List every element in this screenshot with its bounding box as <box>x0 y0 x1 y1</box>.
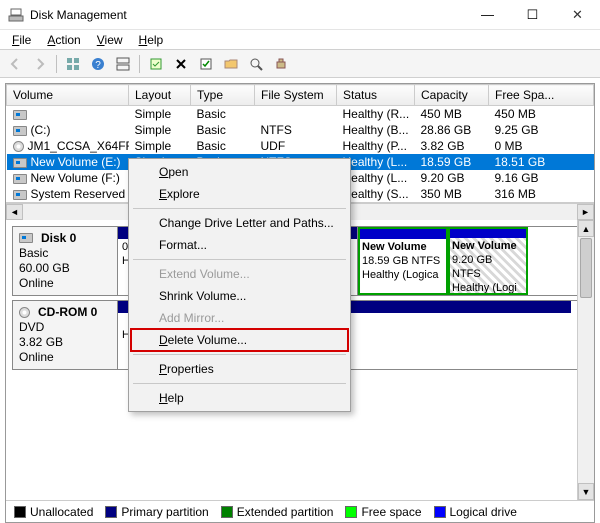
table-row[interactable]: SimpleBasicHealthy (R...450 MB450 MB <box>7 106 594 123</box>
legend-primary: Primary partition <box>105 505 208 519</box>
delete-tool-button[interactable] <box>170 53 192 75</box>
help-button[interactable]: ? <box>87 53 109 75</box>
legend: Unallocated Primary partition Extended p… <box>6 500 594 522</box>
partition-title: New Volume <box>452 240 524 254</box>
ctx-help[interactable]: Help <box>131 387 348 409</box>
ctx-shrink[interactable]: Shrink Volume... <box>131 285 348 307</box>
app-icon <box>8 7 24 23</box>
toolbar: ? <box>0 50 600 78</box>
drive-icon <box>13 126 27 136</box>
disk-status: Online <box>19 350 111 364</box>
scroll-left-icon[interactable]: ◄ <box>6 204 23 220</box>
context-menu: Open Explore Change Drive Letter and Pat… <box>128 158 351 412</box>
legend-free: Free space <box>345 505 421 519</box>
ctx-sep <box>133 354 346 355</box>
cd-icon <box>13 141 24 152</box>
partition-f[interactable]: New Volume 9.20 GB NTFS Healthy (Logi <box>448 227 528 295</box>
drive-icon <box>13 110 27 120</box>
menu-view[interactable]: View <box>89 31 131 49</box>
col-capacity[interactable]: Capacity <box>415 85 489 106</box>
properties-tool-button[interactable] <box>195 53 217 75</box>
maximize-button[interactable]: ☐ <box>510 0 555 29</box>
disk-type: DVD <box>19 320 111 334</box>
window-buttons: — ☐ ✕ <box>465 0 600 29</box>
col-type[interactable]: Type <box>191 85 255 106</box>
drive-icon <box>13 158 27 168</box>
disk-header[interactable]: CD-ROM 0 DVD 3.82 GB Online <box>13 301 118 369</box>
svg-text:?: ? <box>95 60 101 71</box>
minimize-button[interactable]: — <box>465 0 510 29</box>
col-layout[interactable]: Layout <box>129 85 191 106</box>
disk-size: 60.00 GB <box>19 261 111 275</box>
ctx-open[interactable]: Open <box>131 161 348 183</box>
partition-size: 9.20 GB NTFS <box>452 254 524 282</box>
toolbar-sep <box>56 55 57 73</box>
disk-icon <box>19 233 33 243</box>
scrollbar-thumb[interactable] <box>580 238 592 298</box>
scroll-down-icon[interactable]: ▼ <box>578 483 594 500</box>
column-headers[interactable]: Volume Layout Type File System Status Ca… <box>7 85 594 106</box>
menu-bar: File Action View Help <box>0 30 600 50</box>
ctx-format[interactable]: Format... <box>131 234 348 256</box>
ctx-extend: Extend Volume... <box>131 263 348 285</box>
search-button[interactable] <box>245 53 267 75</box>
partition-status: Healthy (Logica <box>362 269 443 283</box>
partition-status: Healthy (Logi <box>452 282 524 295</box>
partition-stripe <box>358 227 447 239</box>
disk-status: Online <box>19 276 111 290</box>
disk-type: Basic <box>19 246 111 260</box>
vertical-scrollbar[interactable]: ▲ ▼ <box>577 220 594 500</box>
legend-logical: Logical drive <box>434 505 517 519</box>
back-button[interactable] <box>4 53 26 75</box>
scroll-up-icon[interactable]: ▲ <box>578 220 594 237</box>
panes-button[interactable] <box>112 53 134 75</box>
col-volume[interactable]: Volume <box>7 85 129 106</box>
ctx-properties[interactable]: Properties <box>131 358 348 380</box>
settings-tool-button[interactable] <box>270 53 292 75</box>
refresh-button[interactable] <box>145 53 167 75</box>
col-status[interactable]: Status <box>337 85 415 106</box>
ctx-sep <box>133 259 346 260</box>
window-title: Disk Management <box>30 8 465 22</box>
ctx-add-mirror: Add Mirror... <box>131 307 348 329</box>
cd-icon <box>19 307 30 318</box>
disk-header[interactable]: Disk 0 Basic 60.00 GB Online <box>13 227 118 295</box>
drive-icon <box>13 190 27 200</box>
menu-help[interactable]: Help <box>131 31 172 49</box>
partition-e[interactable]: New Volume 18.59 GB NTFS Healthy (Logica <box>358 227 448 295</box>
ctx-sep <box>133 208 346 209</box>
folder-button[interactable] <box>220 53 242 75</box>
ctx-change-letter[interactable]: Change Drive Letter and Paths... <box>131 212 348 234</box>
legend-extended: Extended partition <box>221 505 334 519</box>
table-row[interactable]: (C:) SimpleBasicNTFSHealthy (B...28.86 G… <box>7 122 594 138</box>
col-free[interactable]: Free Spa... <box>489 85 594 106</box>
partition-title: New Volume <box>362 241 443 255</box>
col-fs[interactable]: File System <box>255 85 337 106</box>
close-button[interactable]: ✕ <box>555 0 600 29</box>
scroll-right-icon[interactable]: ► <box>577 204 594 220</box>
ctx-delete-volume[interactable]: Delete Volume... <box>131 329 348 351</box>
disk-size: 3.82 GB <box>19 335 111 349</box>
partition-size: 18.59 GB NTFS <box>362 255 443 269</box>
disk-name: CD-ROM 0 <box>38 305 97 319</box>
drive-icon <box>13 174 27 184</box>
legend-unallocated: Unallocated <box>14 505 93 519</box>
ctx-sep <box>133 383 346 384</box>
menu-file[interactable]: File <box>4 31 39 49</box>
partition-stripe <box>448 227 528 238</box>
title-bar: Disk Management — ☐ ✕ <box>0 0 600 30</box>
disk-name: Disk 0 <box>41 231 76 245</box>
toolbar-sep <box>139 55 140 73</box>
forward-button[interactable] <box>29 53 51 75</box>
table-row[interactable]: JM1_CCSA_X64FR... SimpleBasicUDFHealthy … <box>7 138 594 154</box>
menu-action[interactable]: Action <box>39 31 88 49</box>
views-button[interactable] <box>62 53 84 75</box>
ctx-explore[interactable]: Explore <box>131 183 348 205</box>
